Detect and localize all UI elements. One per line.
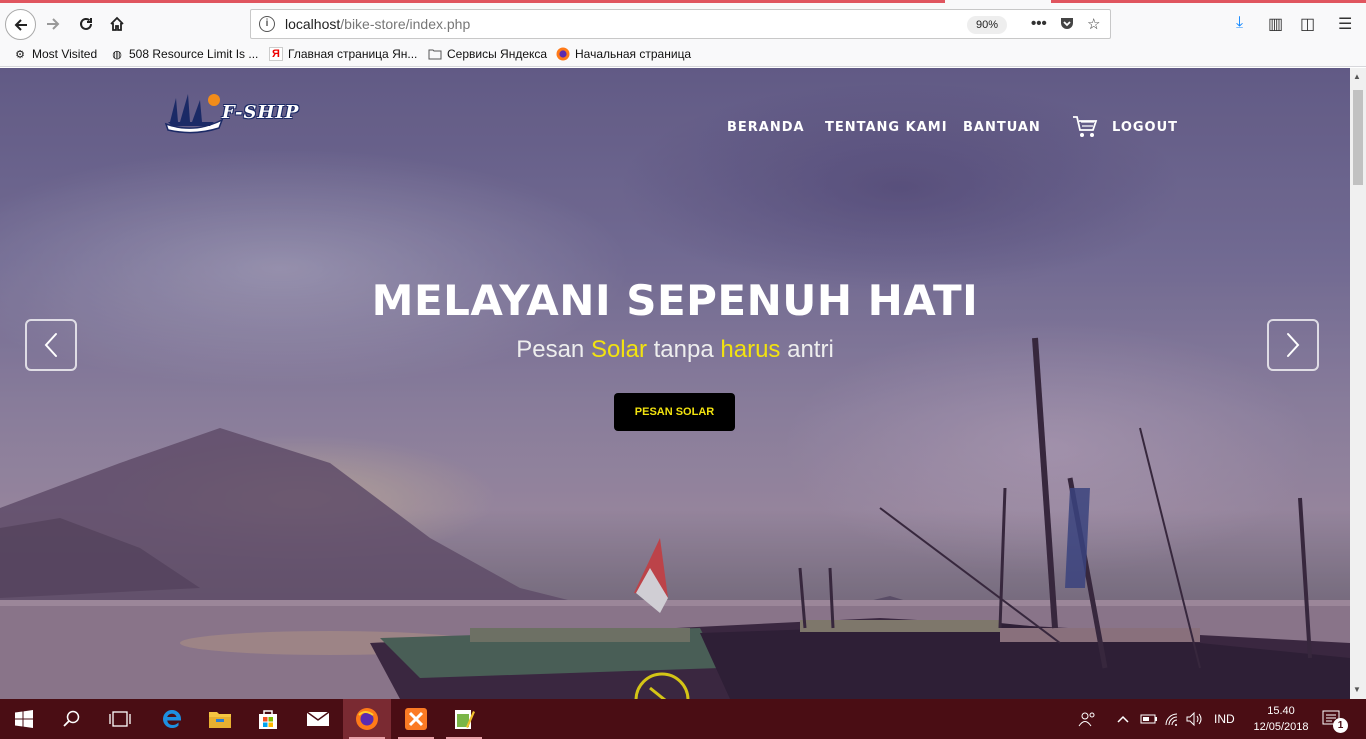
bookmark-start-page[interactable]: Начальная страница bbox=[556, 47, 691, 61]
bookmarks-toolbar: ⚙ Most Visited ◍ 508 Resource Limit Is ...… bbox=[0, 43, 1366, 67]
arrow-left-icon bbox=[14, 18, 27, 31]
xampp-icon bbox=[405, 708, 427, 730]
bookmark-yandex-home[interactable]: Я Главная страница Ян... bbox=[269, 47, 417, 61]
carousel-next-button[interactable] bbox=[1267, 319, 1319, 371]
folder-icon bbox=[428, 47, 442, 61]
home-button[interactable] bbox=[103, 10, 131, 38]
reload-icon bbox=[80, 17, 92, 30]
taskbar-mail[interactable] bbox=[294, 699, 342, 739]
url-text[interactable]: localhost/bike-store/index.php bbox=[285, 16, 470, 32]
forward-button[interactable] bbox=[39, 10, 67, 38]
taskbar-file-explorer[interactable] bbox=[196, 699, 244, 739]
logo-text: F-SHIP bbox=[222, 102, 300, 123]
clock-time: 15.40 bbox=[1267, 705, 1295, 717]
tab-indicator bbox=[0, 0, 945, 3]
network-button[interactable] bbox=[1164, 699, 1182, 739]
battery-icon bbox=[1140, 714, 1157, 724]
search-button[interactable] bbox=[48, 699, 96, 739]
people-icon bbox=[1078, 712, 1095, 727]
scroll-thumb[interactable] bbox=[1353, 90, 1363, 185]
windows-logo-icon bbox=[15, 710, 33, 728]
edge-icon bbox=[163, 710, 181, 728]
volume-button[interactable] bbox=[1186, 699, 1204, 739]
taskbar-firefox[interactable] bbox=[343, 699, 391, 739]
taskbar-edge[interactable] bbox=[148, 699, 196, 739]
taskbar-store[interactable] bbox=[244, 699, 292, 739]
hero-subtitle: Pesan Solar tanpa harus antri bbox=[516, 336, 834, 363]
downloads-icon[interactable]: ⤓ bbox=[1236, 14, 1243, 32]
site-logo[interactable]: F-SHIP bbox=[164, 90, 300, 138]
start-button[interactable] bbox=[0, 699, 48, 739]
home-icon bbox=[110, 16, 124, 31]
hero-overlay bbox=[0, 68, 1350, 699]
system-clock[interactable]: 15.40 12/05/2018 bbox=[1246, 703, 1316, 735]
nav-logout[interactable]: LOGOUT bbox=[1112, 120, 1178, 135]
task-view-button[interactable] bbox=[96, 699, 144, 739]
notepad-icon bbox=[455, 710, 475, 729]
more-actions-icon[interactable]: ••• bbox=[1031, 15, 1047, 32]
store-icon bbox=[259, 710, 277, 729]
clock-date: 12/05/2018 bbox=[1253, 721, 1309, 733]
yandex-icon: Я bbox=[269, 47, 283, 61]
pocket-icon[interactable] bbox=[1059, 15, 1075, 35]
nav-beranda[interactable]: BERANDA bbox=[727, 120, 805, 135]
chevron-right-icon bbox=[1287, 333, 1300, 357]
page-scrollbar[interactable]: ▲ ▼ bbox=[1350, 68, 1366, 699]
people-button[interactable] bbox=[1078, 699, 1096, 739]
ship-icon bbox=[164, 94, 224, 134]
battery-button[interactable] bbox=[1140, 699, 1158, 739]
nav-tentang-kami[interactable]: TENTANG KAMI bbox=[825, 120, 948, 135]
chevron-left-icon bbox=[44, 333, 57, 357]
carousel-prev-button[interactable] bbox=[25, 319, 77, 371]
taskbar-notepad[interactable] bbox=[440, 699, 488, 739]
volume-icon bbox=[1186, 712, 1202, 726]
zoom-level[interactable]: 90% bbox=[967, 16, 1007, 34]
tray-overflow-button[interactable] bbox=[1116, 699, 1130, 739]
navigation-toolbar: i localhost/bike-store/index.php 90% •••… bbox=[0, 5, 1366, 43]
library-icon[interactable]: ▥ bbox=[1268, 14, 1283, 34]
scroll-down-arrow-icon[interactable]: ▼ bbox=[1353, 685, 1361, 694]
taskbar-xampp[interactable] bbox=[392, 699, 440, 739]
scroll-up-arrow-icon[interactable]: ▲ bbox=[1353, 72, 1361, 81]
nav-bantuan[interactable]: BANTUAN bbox=[963, 120, 1041, 135]
bookmark-resource-limit[interactable]: ◍ 508 Resource Limit Is ... bbox=[110, 47, 258, 61]
menu-icon[interactable]: ☰ bbox=[1338, 14, 1352, 34]
bookmark-star-icon[interactable]: ☆ bbox=[1087, 15, 1100, 33]
language-indicator[interactable]: IND bbox=[1214, 699, 1235, 739]
notification-count-badge: 1 bbox=[1333, 718, 1348, 733]
action-center-button[interactable]: 1 bbox=[1322, 699, 1348, 739]
wifi-icon bbox=[1165, 713, 1178, 726]
hero-title: MELAYANI SEPENUH HATI bbox=[371, 276, 979, 325]
info-icon[interactable]: i bbox=[259, 16, 275, 32]
windows-taskbar: IND 15.40 12/05/2018 1 bbox=[0, 699, 1366, 739]
folder-icon bbox=[209, 712, 231, 728]
address-bar[interactable]: i localhost/bike-store/index.php 90% •••… bbox=[250, 9, 1111, 39]
tab-indicator bbox=[1051, 0, 1366, 3]
search-icon bbox=[63, 710, 80, 727]
web-page: F-SHIP BERANDA TENTANG KAMI BANTUAN LOGO… bbox=[0, 68, 1350, 699]
sidebar-icon[interactable]: ◫ bbox=[1300, 14, 1315, 34]
globe-icon: ◍ bbox=[112, 48, 122, 61]
back-button[interactable] bbox=[5, 9, 36, 40]
reload-button[interactable] bbox=[72, 10, 100, 38]
mail-icon bbox=[306, 711, 330, 726]
firefox-icon bbox=[356, 708, 378, 730]
task-view-icon bbox=[109, 711, 131, 727]
chevron-up-icon bbox=[1117, 715, 1129, 723]
pesan-solar-button[interactable]: PESAN SOLAR bbox=[614, 393, 735, 431]
bookmark-most-visited[interactable]: ⚙ Most Visited bbox=[13, 47, 97, 61]
firefox-icon bbox=[556, 47, 570, 61]
bookmark-yandex-services[interactable]: Сервисы Яндекса bbox=[428, 47, 547, 61]
arrow-right-icon bbox=[47, 18, 60, 30]
gear-icon: ⚙ bbox=[15, 48, 25, 61]
cart-icon[interactable] bbox=[1072, 114, 1098, 140]
